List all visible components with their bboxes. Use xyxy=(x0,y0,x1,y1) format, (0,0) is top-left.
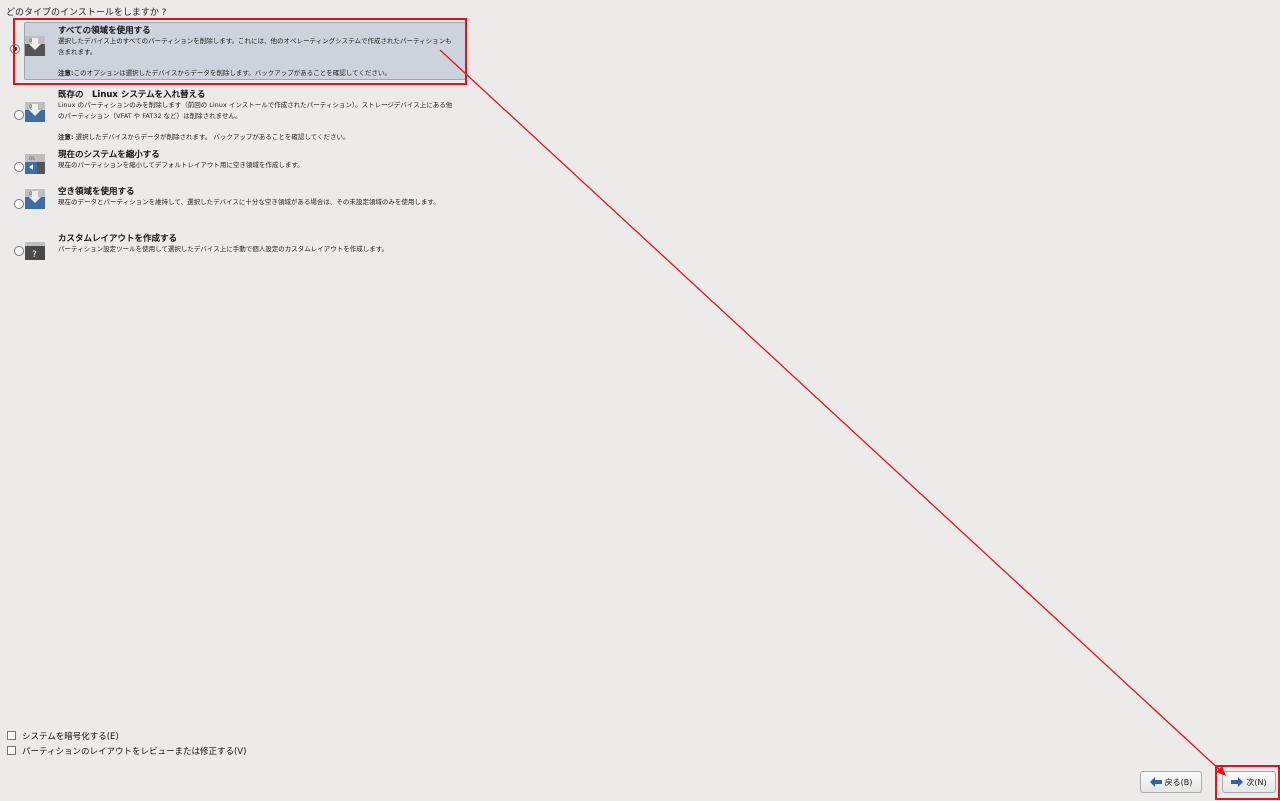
install-checkboxes: システムを暗号化する(E) パーティションのレイアウトをレビューまたは修正する(… xyxy=(7,728,246,758)
option-custom-layout[interactable]: ? カスタムレイアウトを作成する パーティション設定ツールを使用して選択したデバ… xyxy=(12,230,468,270)
svg-text:OS: OS xyxy=(29,156,35,161)
checkbox-box[interactable] xyxy=(7,731,16,740)
next-button[interactable]: 次(N) xyxy=(1222,771,1276,793)
option-note: 注意: 選択したデバイスからデータが削除されます。 バックアップがあることを確認… xyxy=(58,131,350,141)
option-note-label: 注意: xyxy=(58,69,74,77)
option-title: 空き領域を使用する xyxy=(58,187,135,197)
option-use-free-space[interactable]: OS 空き領域を使用する 現在のデータとパーティションを維持して、選択したデバイ… xyxy=(12,183,468,230)
option-title: 既存の Linux システムを入れ替える xyxy=(58,90,206,100)
option-title: 現在のシステムを縮小する xyxy=(58,150,160,160)
radio-custom-layout[interactable] xyxy=(14,246,24,256)
disk-erase-icon: OS xyxy=(25,36,45,56)
disk-custom-icon: ? xyxy=(25,242,45,260)
option-use-all-space[interactable]: OS すべての領域を使用する 選択したデバイス上のすべてのパーティションを削除し… xyxy=(10,20,468,80)
option-note-label: 注意: xyxy=(58,133,74,141)
back-button-label: 戻る(B) xyxy=(1164,777,1193,787)
option-description: 現在のデータとパーティションを維持して、選択したデバイスに十分な空き領域がある場… xyxy=(58,198,440,206)
checkbox-box[interactable] xyxy=(7,746,16,755)
option-note-text: このオプションは選択したデバイスからデータを削除します。バックアップがあることを… xyxy=(73,69,391,77)
option-description: 選択したデバイス上のすべてのパーティションを削除します。これには、他のオペレーテ… xyxy=(58,37,452,56)
next-arrow-icon xyxy=(1231,777,1244,787)
back-button[interactable]: 戻る(B) xyxy=(1140,771,1202,793)
next-button-label: 次(N) xyxy=(1246,777,1267,787)
checkbox-label: パーティションのレイアウトをレビューまたは修正する(V) xyxy=(22,746,247,757)
disk-free-space-icon: OS xyxy=(25,189,45,209)
radio-use-free-space[interactable] xyxy=(14,199,24,209)
disk-shrink-icon: OS xyxy=(25,154,45,174)
svg-text:?: ? xyxy=(32,250,37,260)
radio-shrink-system[interactable] xyxy=(14,162,24,172)
checkbox-encrypt-system[interactable]: システムを暗号化する(E) xyxy=(7,728,246,743)
option-note-text: 選択したデバイスからデータが削除されます。 バックアップがあることを確認してくだ… xyxy=(73,133,350,141)
disk-replace-icon: OS xyxy=(25,102,45,122)
option-shrink-system[interactable]: OS 現在のシステムを縮小する 現在のパーティションを縮小してデフォルトレイアウ… xyxy=(12,146,468,183)
option-description: Linux のパーティションのみを削除します（前回の Linux インストールで… xyxy=(58,101,453,120)
install-options-list: OS すべての領域を使用する 選択したデバイス上のすべてのパーティションを削除し… xyxy=(8,20,468,270)
checkbox-review-layout[interactable]: パーティションのレイアウトをレビューまたは修正する(V) xyxy=(7,743,246,758)
option-title: カスタムレイアウトを作成する xyxy=(58,234,178,244)
option-title: すべての領域を使用する xyxy=(58,26,151,36)
radio-replace-linux[interactable] xyxy=(14,110,24,120)
option-description: 現在のパーティションを縮小してデフォルトレイアウト用に空き領域を作成します。 xyxy=(58,161,304,169)
back-arrow-icon xyxy=(1149,777,1162,787)
install-type-question: どのタイプのインストールをしますか ? xyxy=(6,8,167,18)
option-description: パーティション設定ツールを使用して選択したデバイス上に手動で個人設定のカスタムレ… xyxy=(58,245,389,253)
option-replace-linux[interactable]: OS 既存の Linux システムを入れ替える Linux のパーティションのみ… xyxy=(12,80,468,146)
radio-use-all-space[interactable] xyxy=(10,44,20,54)
checkbox-label: システムを暗号化する(E) xyxy=(22,731,119,742)
option-note: 注意:このオプションは選択したデバイスからデータを削除します。バックアップがある… xyxy=(58,67,391,77)
